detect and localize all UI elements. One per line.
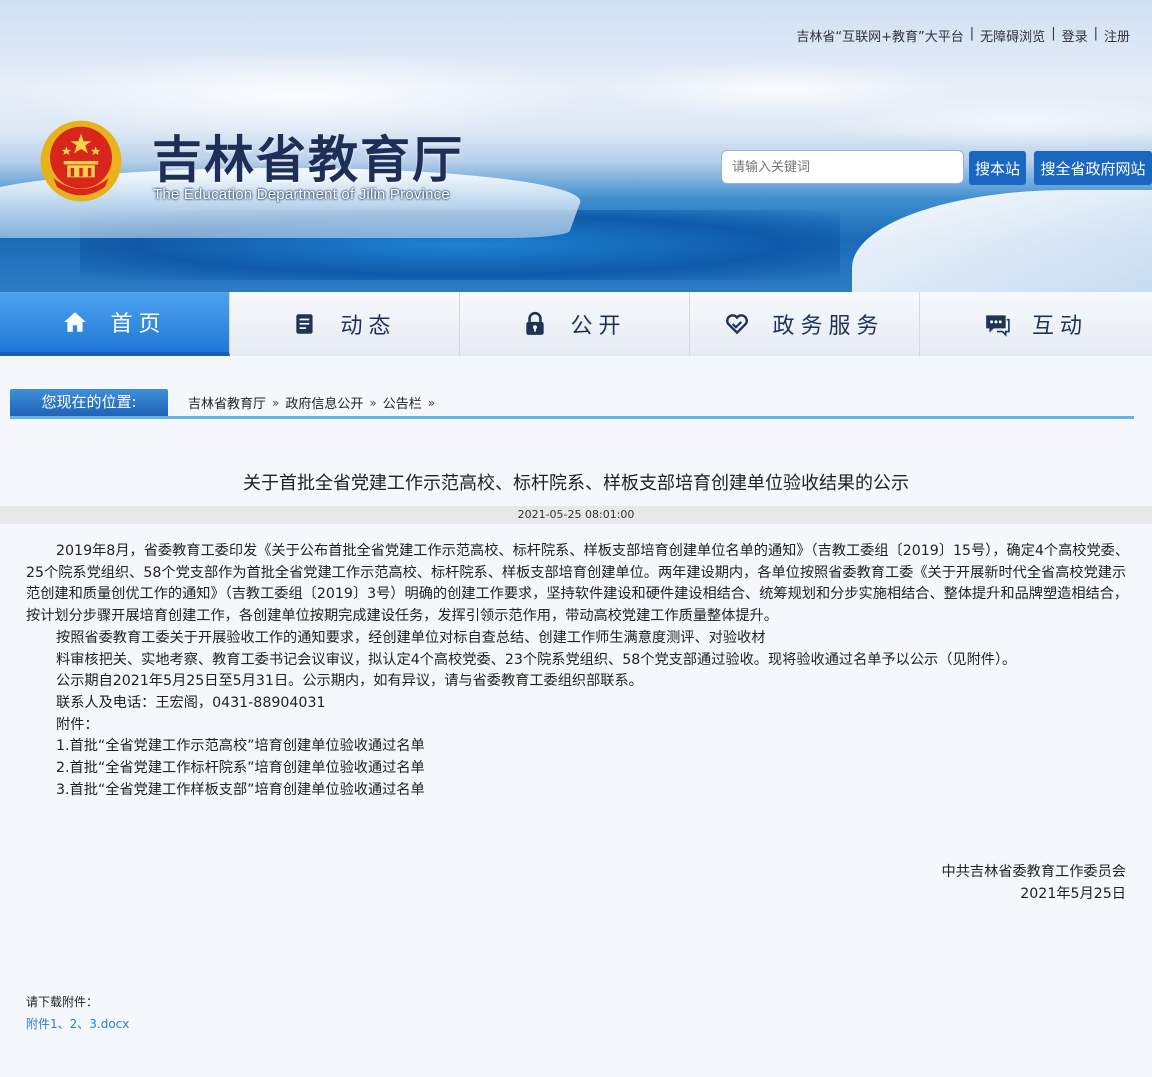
nav-item-home[interactable]: 首页 [0, 292, 230, 356]
nav-item-label: 互动 [1031, 314, 1088, 339]
breadcrumb-label: 您现在的位置: [10, 389, 168, 416]
attachment-item: 3.首批“全省党建工作样板支部”培育创建单位验收通过名单 [56, 781, 425, 798]
contact-line: 联系人及电话：王宏阁，0431-88904031 [56, 694, 326, 711]
attachment-item: 2.首批“全省党建工作标杆院系”培育创建单位验收通过名单 [56, 760, 425, 777]
chat-icon [986, 315, 1010, 337]
download-attachment-link[interactable]: 附件1、2、3.docx [26, 1015, 129, 1032]
breadcrumb-arrow-icon: » [272, 395, 280, 410]
breadcrumb-item-notice[interactable]: 公告栏 [383, 393, 422, 412]
header-banner: 吉林省“互联网+教育”大平台 | 无障碍浏览 | 登录 | 注册 吉林省教育厅 … [0, 0, 1152, 292]
nav-item-label: 公开 [570, 314, 627, 339]
top-link-platform[interactable]: 吉林省“互联网+教育”大平台 [796, 26, 963, 45]
nav-item-open[interactable]: 公开 [460, 292, 690, 356]
lock-icon [526, 311, 545, 335]
nav-item-interaction[interactable]: 互动 [920, 292, 1152, 356]
top-link-login[interactable]: 登录 [1062, 26, 1088, 45]
top-link-register[interactable]: 注册 [1104, 26, 1130, 45]
top-links: 吉林省“互联网+教育”大平台 | 无障碍浏览 | 登录 | 注册 [796, 26, 1130, 45]
heart-hands-icon [726, 314, 749, 335]
article-paragraph: 2019年8月，省委教育工委印发《关于公布首批全省党建工作示范高校、标杆院系、样… [26, 543, 1130, 625]
search-gov-button[interactable]: 搜全省政府网站 [1034, 151, 1152, 185]
signature: 中共吉林省委教育工作委员会 2021年5月25日 [942, 862, 1126, 905]
article-body: 2019年8月，省委教育工委印发《关于公布首批全省党建工作示范高校、标杆院系、样… [26, 541, 1130, 801]
attachment-item: 1.首批“全省党建工作示范高校”培育创建单位验收通过名单 [56, 738, 425, 755]
document-icon [296, 314, 314, 334]
site-title: 吉林省教育厅 [152, 131, 464, 189]
article-date: 2021-05-25 08:01:00 [0, 506, 1152, 524]
nav-item-label: 动态 [340, 314, 397, 339]
nav-item-label: 首页 [110, 312, 167, 337]
attachments-label: 附件： [56, 716, 99, 733]
breadcrumb-item-home[interactable]: 吉林省教育厅 [188, 393, 266, 412]
article-paragraph: 公示期自2021年5月25日至5月31日。公示期内，如有异议，请与省委教育工委组… [56, 673, 643, 690]
article-paragraph: 按照省委教育工委关于开展验收工作的通知要求，经创建单位对标自查总结、创建工作师生… [56, 629, 766, 646]
breadcrumb-items: 吉林省教育厅 » 政府信息公开 » 公告栏 » [188, 393, 441, 413]
download-label: 请下载附件： [26, 995, 99, 1009]
breadcrumb-arrow-icon: » [427, 395, 436, 410]
breadcrumb-arrow-icon: » [369, 395, 377, 410]
site-subtitle: The Education Department of Jilin Provin… [153, 186, 450, 203]
top-link-accessibility[interactable]: 无障碍浏览 [980, 26, 1045, 45]
home-icon [64, 312, 87, 332]
nav-item-news[interactable]: 动态 [230, 292, 460, 356]
signature-date: 2021年5月25日 [1020, 885, 1126, 902]
national-emblem-icon [40, 120, 122, 202]
nav-item-label: 政务服务 [772, 314, 885, 339]
search-input[interactable] [721, 150, 964, 184]
search-site-button[interactable]: 搜本站 [969, 151, 1026, 185]
main-nav: 首页 动态 公开 政务服务 互动 [0, 292, 1152, 356]
article-paragraph: 料审核把关、实地考察、教育工委书记会议审议，拟认定4个高校党委、23个院系党组织… [56, 651, 1017, 668]
article-title: 关于首批全省党建工作示范高校、标杆院系、样板支部培育创建单位验收结果的公示 [243, 473, 909, 494]
breadcrumb-item-info[interactable]: 政府信息公开 [285, 393, 363, 412]
signature-org: 中共吉林省委教育工作委员会 [941, 864, 1126, 880]
breadcrumb: 您现在的位置: 吉林省教育厅 » 政府信息公开 » 公告栏 » [10, 389, 1134, 419]
nav-item-services[interactable]: 政务服务 [690, 292, 920, 356]
banner-snow-right [852, 190, 1152, 292]
